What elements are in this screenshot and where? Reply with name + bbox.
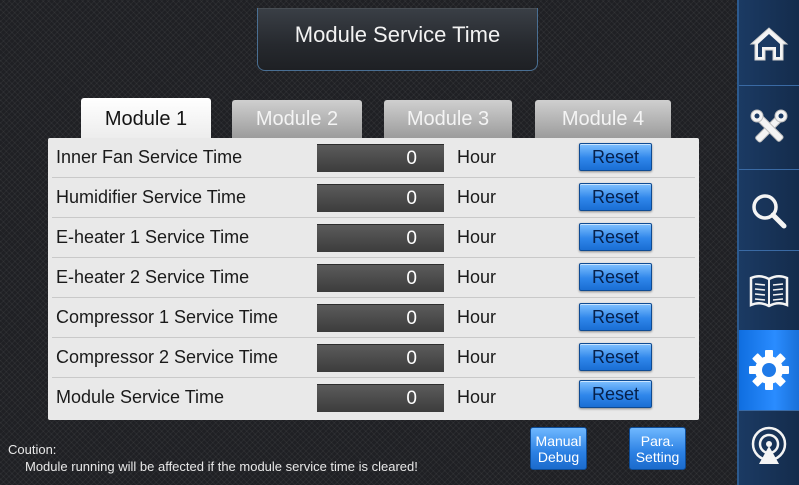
para-setting-button[interactable]: Para. Setting [629,427,686,470]
para-setting-label-line1: Para. [640,432,675,449]
table-row: Module Service Time 0 Hour Reset [48,378,699,418]
service-time-value: 0 [317,384,444,412]
manual-debug-label-line1: Manual [535,432,582,449]
reset-button[interactable]: Reset [579,143,652,171]
tab-module-3[interactable]: Module 3 [384,100,512,138]
unit-label: Hour [457,227,497,247]
unit-label: Hour [457,187,497,207]
unit-label: Hour [457,307,497,327]
sidebar-nav [737,0,799,485]
service-time-value: 0 [317,224,444,252]
unit-label: Hour [457,147,497,167]
table-row: E-heater 2 Service Time 0 Hour Reset [48,258,699,298]
manual-debug-button[interactable]: Manual Debug [530,427,587,470]
screen: Module Service Time Module 1 Module 2 Mo… [0,0,799,485]
home-icon [749,27,789,61]
book-icon [749,275,789,308]
reset-button[interactable]: Reset [579,183,652,211]
service-time-value: 0 [317,304,444,332]
service-time-panel: Inner Fan Service Time 0 Hour Reset Humi… [48,138,699,420]
manual-debug-label-line2: Debug [537,448,580,465]
reset-button[interactable]: Reset [579,380,652,408]
table-row: Compressor 2 Service Time 0 Hour Reset [48,338,699,378]
row-label: Compressor 1 Service Time [56,307,279,327]
row-label: Module Service Time [56,387,225,407]
sidebar-item-network[interactable] [739,405,799,485]
service-time-value: 0 [317,144,444,172]
search-icon [752,194,787,229]
reset-button[interactable]: Reset [579,343,652,371]
para-setting-label-line2: Setting [635,448,680,465]
reset-button[interactable]: Reset [579,303,652,331]
row-label: Inner Fan Service Time [56,147,243,167]
row-label: E-heater 2 Service Time [56,267,250,287]
tab-module-4[interactable]: Module 4 [535,100,671,138]
sidebar-item-home[interactable] [739,4,799,84]
sidebar-divider [739,85,799,86]
tab-module-1[interactable]: Module 1 [81,98,211,140]
caution-message: Module running will be affected if the m… [25,459,418,474]
title-bar: Module Service Time [257,8,538,71]
service-time-value: 0 [317,184,444,212]
row-label: Humidifier Service Time [56,187,247,207]
table-row: E-heater 1 Service Time 0 Hour Reset [48,218,699,258]
unit-label: Hour [457,347,497,367]
caution-title: Coution: [8,442,57,457]
unit-label: Hour [457,387,497,407]
table-row: Inner Fan Service Time 0 Hour Reset [48,138,699,178]
sidebar-item-settings[interactable] [739,330,799,410]
page-title: Module Service Time [294,22,501,47]
table-row: Humidifier Service Time 0 Hour Reset [48,178,699,218]
signal-icon [751,426,787,464]
sidebar-item-tools[interactable] [739,88,799,168]
tab-module-2[interactable]: Module 2 [232,100,362,138]
table-row: Compressor 1 Service Time 0 Hour Reset [48,298,699,338]
row-label: Compressor 2 Service Time [56,347,279,367]
row-label: E-heater 1 Service Time [56,227,250,247]
service-time-value: 0 [317,344,444,372]
gear-icon [749,350,789,390]
reset-button[interactable]: Reset [579,223,652,251]
tools-icon [750,109,788,143]
sidebar-item-manual[interactable] [739,250,799,330]
unit-label: Hour [457,267,497,287]
reset-button[interactable]: Reset [579,263,652,291]
service-time-value: 0 [317,264,444,292]
sidebar-item-search[interactable] [739,170,799,250]
